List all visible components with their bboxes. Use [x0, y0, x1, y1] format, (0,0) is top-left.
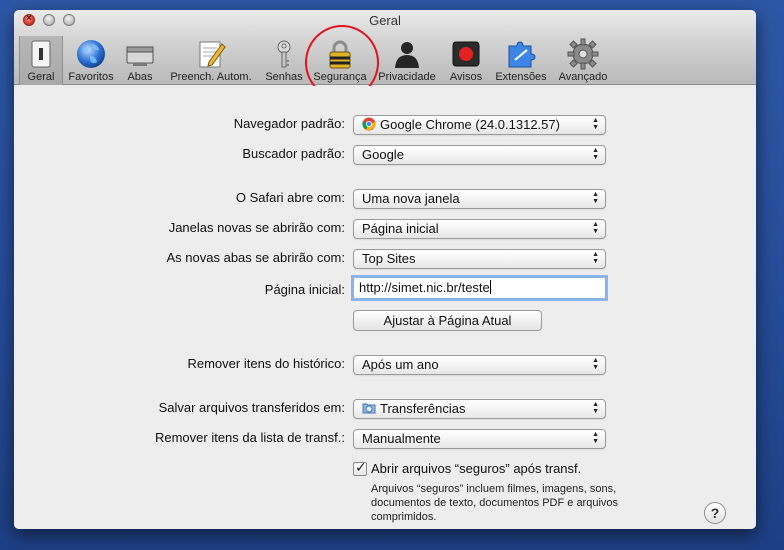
popup-arrows-icon: ▲ ▼	[592, 221, 599, 235]
checkmark-icon: ✓	[355, 459, 367, 475]
popup-arrows-icon: ▲ ▼	[592, 401, 599, 415]
new-tabs-label: As novas abas se abrirão com:	[166, 250, 345, 265]
new-windows-popup[interactable]: Página inicial ▲ ▼	[353, 219, 606, 239]
homepage-label: Página inicial:	[264, 282, 345, 297]
homepage-input[interactable]: http://simet.nic.br/teste	[353, 277, 606, 299]
toolbar-label: Extensões	[495, 71, 547, 83]
general-preferences-pane: Navegador padrão: Google Chrome (24.0.13…	[14, 86, 756, 529]
default-browser-label: Navegador padrão:	[233, 116, 345, 131]
new-windows-label: Janelas novas se abrirão com:	[168, 220, 345, 235]
default-search-popup[interactable]: Google ▲ ▼	[353, 145, 606, 165]
notification-icon	[452, 41, 480, 67]
toolbar-label: Avançado	[558, 71, 608, 83]
general-switch-icon	[31, 40, 51, 68]
remove-downloads-label: Remover itens da lista de transf.:	[154, 430, 345, 445]
window-title: Geral	[369, 13, 401, 28]
toolbar-label: Senhas	[265, 71, 303, 83]
toolbar-item-advanced[interactable]: Avançado	[554, 36, 612, 84]
popup-arrows-icon: ▲ ▼	[592, 117, 599, 131]
toolbar-label: Preench. Autom.	[170, 71, 252, 83]
remove-history-popup[interactable]: Após um ano ▲ ▼	[353, 355, 606, 375]
globe-icon	[77, 40, 105, 68]
toolbar-label: Segurança	[313, 71, 367, 83]
safari-opens-popup[interactable]: Uma nova janela ▲ ▼	[353, 189, 606, 209]
new-tabs-popup[interactable]: Top Sites ▲ ▼	[353, 249, 606, 269]
homepage-input-value: http://simet.nic.br/teste	[359, 280, 490, 295]
popup-arrows-icon: ▲ ▼	[592, 147, 599, 161]
toolbar-item-autofill[interactable]: Preench. Autom.	[164, 36, 258, 84]
open-safe-files-help: Arquivos “seguros” incluem filmes, image…	[371, 483, 619, 523]
popup-arrows-icon: ▲ ▼	[592, 191, 599, 205]
help-button[interactable]: ?	[704, 502, 726, 524]
toolbar-label: Privacidade	[378, 71, 436, 83]
default-search-label: Buscador padrão:	[242, 146, 345, 161]
downloads-folder-icon	[362, 403, 376, 414]
toolbar-item-security[interactable]: Segurança	[310, 36, 370, 84]
toolbar-label: Abas	[127, 71, 153, 83]
toolbar-label: Avisos	[449, 71, 483, 83]
toolbar-item-passwords[interactable]: Senhas	[262, 36, 306, 84]
set-current-page-button[interactable]: Ajustar à Página Atual	[353, 310, 542, 331]
save-downloads-popup[interactable]: Transferências ▲ ▼	[353, 399, 606, 419]
remove-history-label: Remover itens do histórico:	[187, 356, 345, 371]
toolbar-item-extensions[interactable]: Extensões	[490, 36, 552, 84]
popup-value: Google Chrome (24.0.1312.57)	[380, 117, 560, 132]
toolbar-item-general[interactable]: Geral	[19, 36, 63, 85]
padlock-icon	[329, 40, 351, 69]
open-safe-files-label[interactable]: Abrir arquivos “seguros” após transf.	[371, 461, 581, 476]
text-caret	[489, 280, 491, 294]
remove-downloads-popup[interactable]: Manualmente ▲ ▼	[353, 429, 606, 449]
popup-value: Top Sites	[362, 251, 416, 266]
gear-icon	[567, 38, 599, 70]
toolbar-item-notifications[interactable]: Avisos	[444, 36, 488, 84]
popup-value: Transferências	[380, 401, 466, 416]
popup-arrows-icon: ▲ ▼	[592, 357, 599, 371]
popup-value: Após um ano	[362, 357, 439, 372]
popup-arrows-icon: ▲ ▼	[592, 431, 599, 445]
silhouette-icon	[395, 42, 419, 68]
open-safe-files-checkbox[interactable]: ✓	[353, 459, 367, 476]
popup-value: Google	[362, 147, 404, 162]
safari-opens-label: O Safari abre com:	[235, 190, 345, 205]
toolbar-label: Geral	[27, 71, 55, 83]
save-downloads-label: Salvar arquivos transferidos em:	[158, 400, 345, 415]
default-browser-popup[interactable]: Google Chrome (24.0.1312.57) ▲ ▼	[353, 115, 606, 135]
toolbar-item-privacy[interactable]: Privacidade	[374, 36, 440, 84]
popup-value: Manualmente	[362, 431, 441, 446]
key-icon	[277, 40, 291, 68]
popup-value: Página inicial	[362, 221, 439, 236]
toolbar-label: Favoritos	[68, 71, 114, 83]
popup-arrows-icon: ▲ ▼	[592, 251, 599, 265]
toolbar-item-bookmarks[interactable]: Favoritos	[65, 36, 117, 84]
puzzle-icon	[508, 41, 536, 68]
preferences-window: × Geral Geral Favoritos Abas Preench. Au…	[14, 10, 756, 529]
tabs-icon	[126, 46, 154, 66]
autofill-pencil-icon	[199, 41, 226, 68]
chrome-icon	[362, 117, 376, 131]
titlebar-toolbar: × Geral Geral Favoritos Abas Preench. Au…	[14, 10, 756, 85]
toolbar-item-tabs[interactable]: Abas	[120, 36, 160, 84]
popup-value: Uma nova janela	[362, 191, 460, 206]
